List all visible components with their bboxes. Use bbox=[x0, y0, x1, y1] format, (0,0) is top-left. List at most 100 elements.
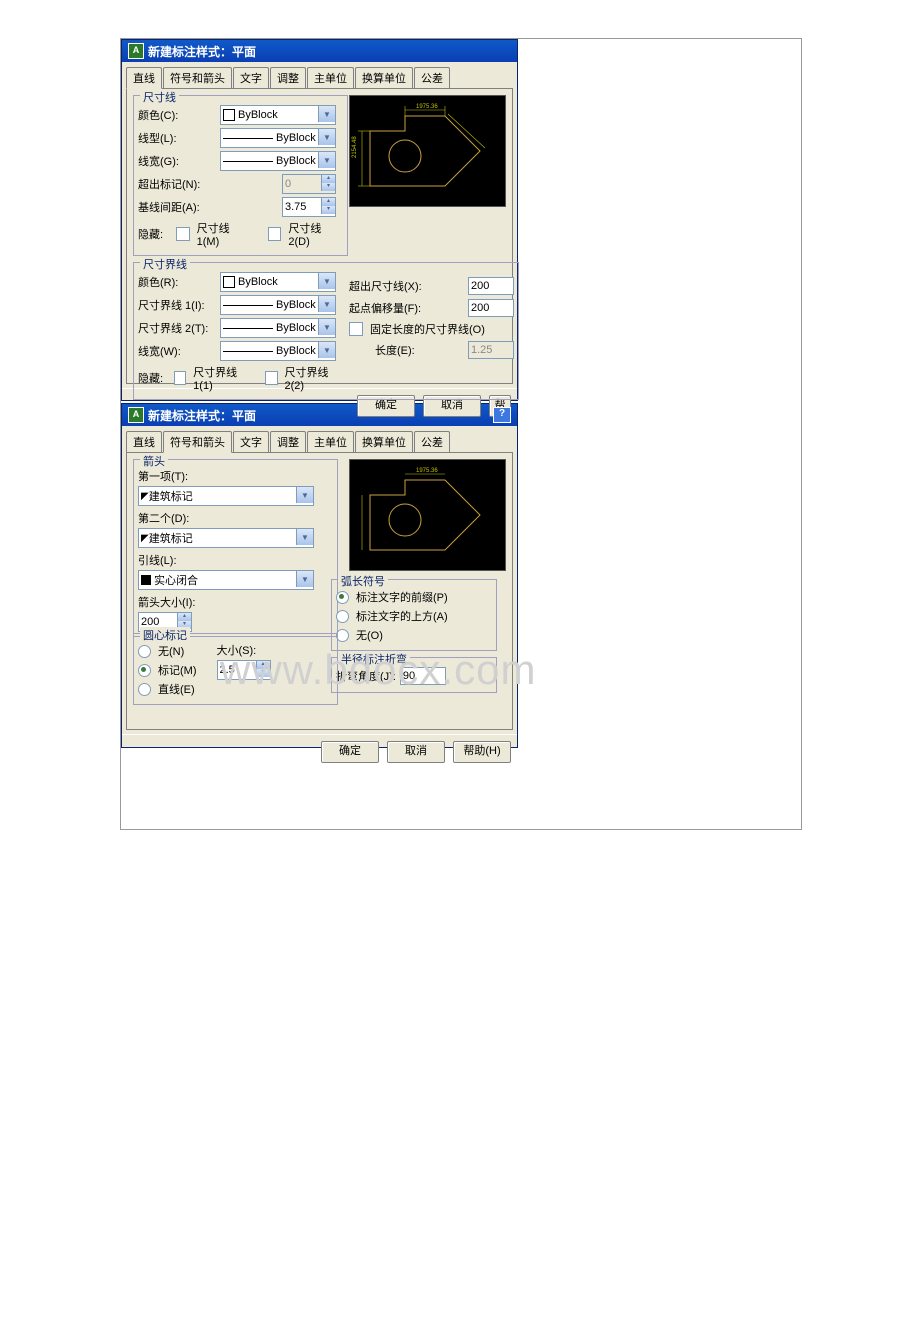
tab-lines[interactable]: 直线 bbox=[126, 67, 162, 89]
extend-spinner: 0▴▾ bbox=[282, 174, 336, 194]
ext2-select[interactable]: ByBlock▼ bbox=[220, 318, 336, 338]
tab-symbols[interactable]: 符号和箭头 bbox=[163, 67, 232, 89]
svg-text:2154.48: 2154.48 bbox=[352, 136, 358, 158]
lineweight-select[interactable]: ByBlock▼ bbox=[220, 151, 336, 171]
beyond-label: 超出尺寸线(X): bbox=[349, 278, 464, 294]
help-button[interactable]: 帮助(H) bbox=[453, 741, 511, 763]
offset-label: 起点偏移量(F): bbox=[349, 300, 464, 316]
tab-alt[interactable]: 换算单位 bbox=[355, 431, 413, 453]
hide-ext1-checkbox[interactable] bbox=[174, 371, 187, 385]
right-column: 弧长符号 标注文字的前缀(P) 标注文字的上方(A) 无(O) 半径标注折弯 折… bbox=[329, 577, 499, 699]
app-icon: A bbox=[128, 407, 144, 423]
ext-lw-select[interactable]: ByBlock▼ bbox=[220, 341, 336, 361]
dimension-style-dialog-lines: A 新建标注样式：平面 直线 符号和箭头 文字 调整 主单位 换算单位 公差 1… bbox=[121, 39, 518, 401]
second-arrow-select[interactable]: ◤建筑标记▼ bbox=[138, 528, 314, 548]
leader-select[interactable]: 实心闭合▼ bbox=[138, 570, 314, 590]
beyond-input[interactable]: 200 bbox=[468, 277, 514, 295]
ext-hide-label: 隐藏: bbox=[138, 370, 170, 386]
baseline-spinner[interactable]: 3.75▴▾ bbox=[282, 197, 336, 217]
ext1-select[interactable]: ByBlock▼ bbox=[220, 295, 336, 315]
hide-ext2-checkbox[interactable] bbox=[265, 371, 278, 385]
chevron-down-icon: ▼ bbox=[296, 529, 313, 545]
arc-above-radio[interactable] bbox=[336, 610, 349, 623]
len-label: 长度(E): bbox=[349, 342, 464, 358]
chevron-down-icon: ▼ bbox=[296, 487, 313, 503]
ok-button[interactable]: 确定 bbox=[321, 741, 379, 763]
group-title: 箭头 bbox=[140, 453, 168, 469]
group-title: 圆心标记 bbox=[140, 627, 190, 643]
tab-fit[interactable]: 调整 bbox=[270, 431, 306, 453]
document-cell: A 新建标注样式：平面 直线 符号和箭头 文字 调整 主单位 换算单位 公差 1… bbox=[120, 38, 802, 830]
group-title: 半径标注折弯 bbox=[338, 651, 410, 667]
tab-symbols[interactable]: 符号和箭头 bbox=[163, 431, 232, 453]
group-radius-jog: 半径标注折弯 折弯角度(J): 90 bbox=[331, 657, 497, 693]
tab-primary[interactable]: 主单位 bbox=[307, 431, 354, 453]
hide-dimline2-checkbox[interactable] bbox=[268, 227, 281, 241]
hide2-label: 尺寸线 2(D) bbox=[288, 220, 343, 248]
arc-above-label: 标注文字的上方(A) bbox=[356, 608, 448, 624]
tab-primary[interactable]: 主单位 bbox=[307, 67, 354, 89]
first-arrow-label: 第一项(T): bbox=[138, 468, 333, 484]
tab-text[interactable]: 文字 bbox=[233, 431, 269, 453]
baseline-label: 基线间距(A): bbox=[138, 199, 216, 215]
arc-prefix-label: 标注文字的前缀(P) bbox=[356, 589, 448, 605]
chevron-down-icon: ▼ bbox=[318, 296, 335, 312]
tab-content: 1975.36 箭头 第一项(T): ◤建筑标记▼ 第二个(D): ◤建筑标记▼… bbox=[126, 452, 513, 730]
offset-input[interactable]: 200 bbox=[468, 299, 514, 317]
center-none-label: 无(N) bbox=[158, 643, 184, 659]
center-size-spinner[interactable]: 2.5▴▾ bbox=[217, 660, 271, 680]
center-size-label: 大小(S): bbox=[217, 642, 271, 658]
chevron-down-icon: ▼ bbox=[318, 152, 335, 168]
group-dim-line: 尺寸线 颜色(C): ByBlock▼ 线型(L): ByBlock▼ 线宽(G… bbox=[133, 95, 348, 256]
ext-color-select[interactable]: ByBlock▼ bbox=[220, 272, 336, 292]
center-mark-radio[interactable] bbox=[138, 664, 151, 677]
group-arrowheads: 箭头 第一项(T): ◤建筑标记▼ 第二个(D): ◤建筑标记▼ 引线(L): … bbox=[133, 459, 338, 637]
second-arrow-label: 第二个(D): bbox=[138, 510, 333, 526]
hide1-label: 尺寸线 1(M) bbox=[197, 220, 253, 248]
dialog-title: 新建标注样式：平面 bbox=[148, 407, 256, 424]
first-arrow-select[interactable]: ◤建筑标记▼ bbox=[138, 486, 314, 506]
tab-text[interactable]: 文字 bbox=[233, 67, 269, 89]
hide-ext1-label: 尺寸界线 1(1) bbox=[193, 364, 252, 392]
tab-alt[interactable]: 换算单位 bbox=[355, 67, 413, 89]
cancel-button[interactable]: 取消 bbox=[387, 741, 445, 763]
color-label: 颜色(C): bbox=[138, 107, 216, 123]
group-title: 弧长符号 bbox=[338, 573, 388, 589]
group-arc-symbol: 弧长符号 标注文字的前缀(P) 标注文字的上方(A) 无(O) bbox=[331, 579, 497, 651]
center-none-radio[interactable] bbox=[138, 645, 151, 658]
tab-tol[interactable]: 公差 bbox=[414, 431, 450, 453]
tab-fit[interactable]: 调整 bbox=[270, 67, 306, 89]
group-title: 尺寸线 bbox=[140, 89, 179, 105]
svg-text:1975.36: 1975.36 bbox=[416, 468, 438, 474]
jog-angle-input[interactable]: 90 bbox=[400, 667, 446, 685]
len-input: 1.25 bbox=[468, 341, 514, 359]
fixed-len-label: 固定长度的尺寸界线(O) bbox=[370, 321, 485, 337]
fixed-len-checkbox[interactable] bbox=[349, 322, 363, 336]
chevron-down-icon: ▼ bbox=[318, 106, 335, 122]
linetype-label: 线型(L): bbox=[138, 130, 216, 146]
chevron-down-icon: ▼ bbox=[318, 342, 335, 358]
titlebar[interactable]: A 新建标注样式：平面 bbox=[122, 40, 517, 62]
tab-lines[interactable]: 直线 bbox=[126, 431, 162, 453]
lineweight-label: 线宽(G): bbox=[138, 153, 216, 169]
ext1-label: 尺寸界线 1(I): bbox=[138, 297, 216, 313]
chevron-down-icon: ▼ bbox=[318, 129, 335, 145]
arc-none-label: 无(O) bbox=[356, 627, 383, 643]
leader-label: 引线(L): bbox=[138, 552, 333, 568]
help-icon[interactable]: ? bbox=[493, 407, 511, 423]
center-line-radio[interactable] bbox=[138, 683, 151, 696]
center-line-label: 直线(E) bbox=[158, 681, 195, 697]
dialog-title: 新建标注样式：平面 bbox=[148, 43, 256, 60]
hide-dimline1-checkbox[interactable] bbox=[176, 227, 189, 241]
color-select[interactable]: ByBlock▼ bbox=[220, 105, 336, 125]
ext2-label: 尺寸界线 2(T): bbox=[138, 320, 216, 336]
linetype-select[interactable]: ByBlock▼ bbox=[220, 128, 336, 148]
tab-tol[interactable]: 公差 bbox=[414, 67, 450, 89]
arc-prefix-radio[interactable] bbox=[336, 591, 349, 604]
tabs: 直线 符号和箭头 文字 调整 主单位 换算单位 公差 bbox=[122, 62, 517, 88]
group-center-mark: 圆心标记 无(N) 标记(M) 直线(E) 大小(S): 2.5▴▾ bbox=[133, 633, 338, 705]
ext-color-label: 颜色(R): bbox=[138, 274, 216, 290]
hide-ext2-label: 尺寸界线 2(2) bbox=[285, 364, 344, 392]
preview-panel: 1975.36 2154.48 bbox=[349, 95, 506, 207]
extend-label: 超出标记(N): bbox=[138, 176, 216, 192]
